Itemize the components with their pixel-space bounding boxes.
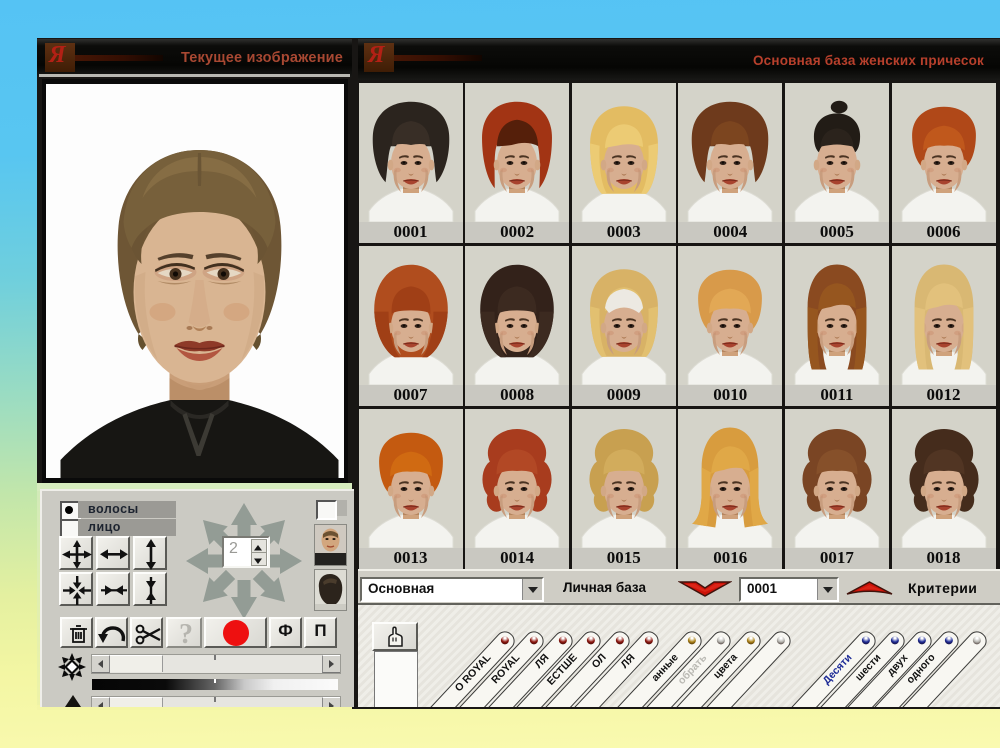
svg-text:?: ?: [179, 619, 193, 648]
